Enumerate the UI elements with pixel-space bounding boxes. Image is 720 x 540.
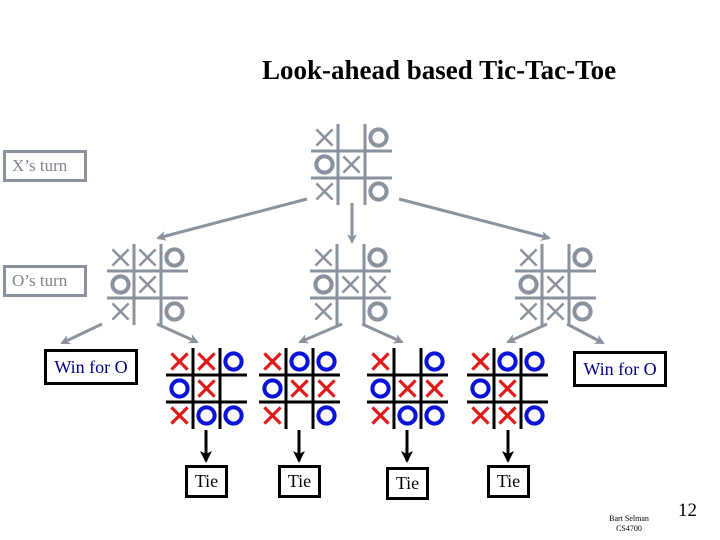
arrow-child1-to-grandchild1 xyxy=(156,322,199,344)
grandchild-board-3 xyxy=(367,348,448,429)
game-tree-diagram xyxy=(60,124,605,463)
arrow-child3-to-win xyxy=(566,322,605,345)
grandchild-board-4 xyxy=(467,348,548,429)
o-mark-icon xyxy=(370,378,391,399)
o-mark-icon xyxy=(223,405,244,426)
child-board-3 xyxy=(515,244,596,325)
o-mark-icon xyxy=(316,351,337,372)
o-mark-icon xyxy=(397,405,418,426)
o-mark-icon xyxy=(470,378,491,399)
o-mark-icon xyxy=(424,405,445,426)
o-mark-icon xyxy=(164,247,185,268)
o-mark-icon xyxy=(314,154,335,175)
arrow-child2-to-grandchild2 xyxy=(298,322,343,344)
o-mark-icon xyxy=(368,181,389,202)
o-mark-icon xyxy=(164,301,185,322)
o-mark-icon xyxy=(497,351,518,372)
o-mark-icon xyxy=(518,274,539,295)
child-board-1 xyxy=(107,244,188,325)
o-mark-icon xyxy=(169,378,190,399)
tree-boards xyxy=(107,124,596,429)
o-mark-icon xyxy=(424,351,445,372)
o-mark-icon xyxy=(367,247,388,268)
o-mark-icon xyxy=(289,351,310,372)
o-mark-icon xyxy=(316,405,337,426)
o-mark-icon xyxy=(223,351,244,372)
o-mark-icon xyxy=(524,405,545,426)
root-board xyxy=(311,124,392,205)
arrow-child1-to-win xyxy=(60,322,103,345)
o-mark-icon xyxy=(524,351,545,372)
arrow-child3-to-grandchild4 xyxy=(506,322,548,344)
arrow-root-to-child-1 xyxy=(156,197,308,241)
grandchild-board-2 xyxy=(259,348,340,429)
child-board-2 xyxy=(310,244,391,325)
o-mark-icon xyxy=(110,274,131,295)
o-mark-icon xyxy=(368,127,389,148)
o-mark-icon xyxy=(572,247,593,268)
o-mark-icon xyxy=(367,301,388,322)
o-mark-icon xyxy=(196,405,217,426)
o-mark-icon xyxy=(262,378,283,399)
o-mark-icon xyxy=(313,274,334,295)
arrow-root-to-child-3 xyxy=(398,197,551,241)
grandchild-board-1 xyxy=(166,348,247,429)
o-mark-icon xyxy=(572,301,593,322)
arrow-child2-to-grandchild3 xyxy=(361,322,404,344)
